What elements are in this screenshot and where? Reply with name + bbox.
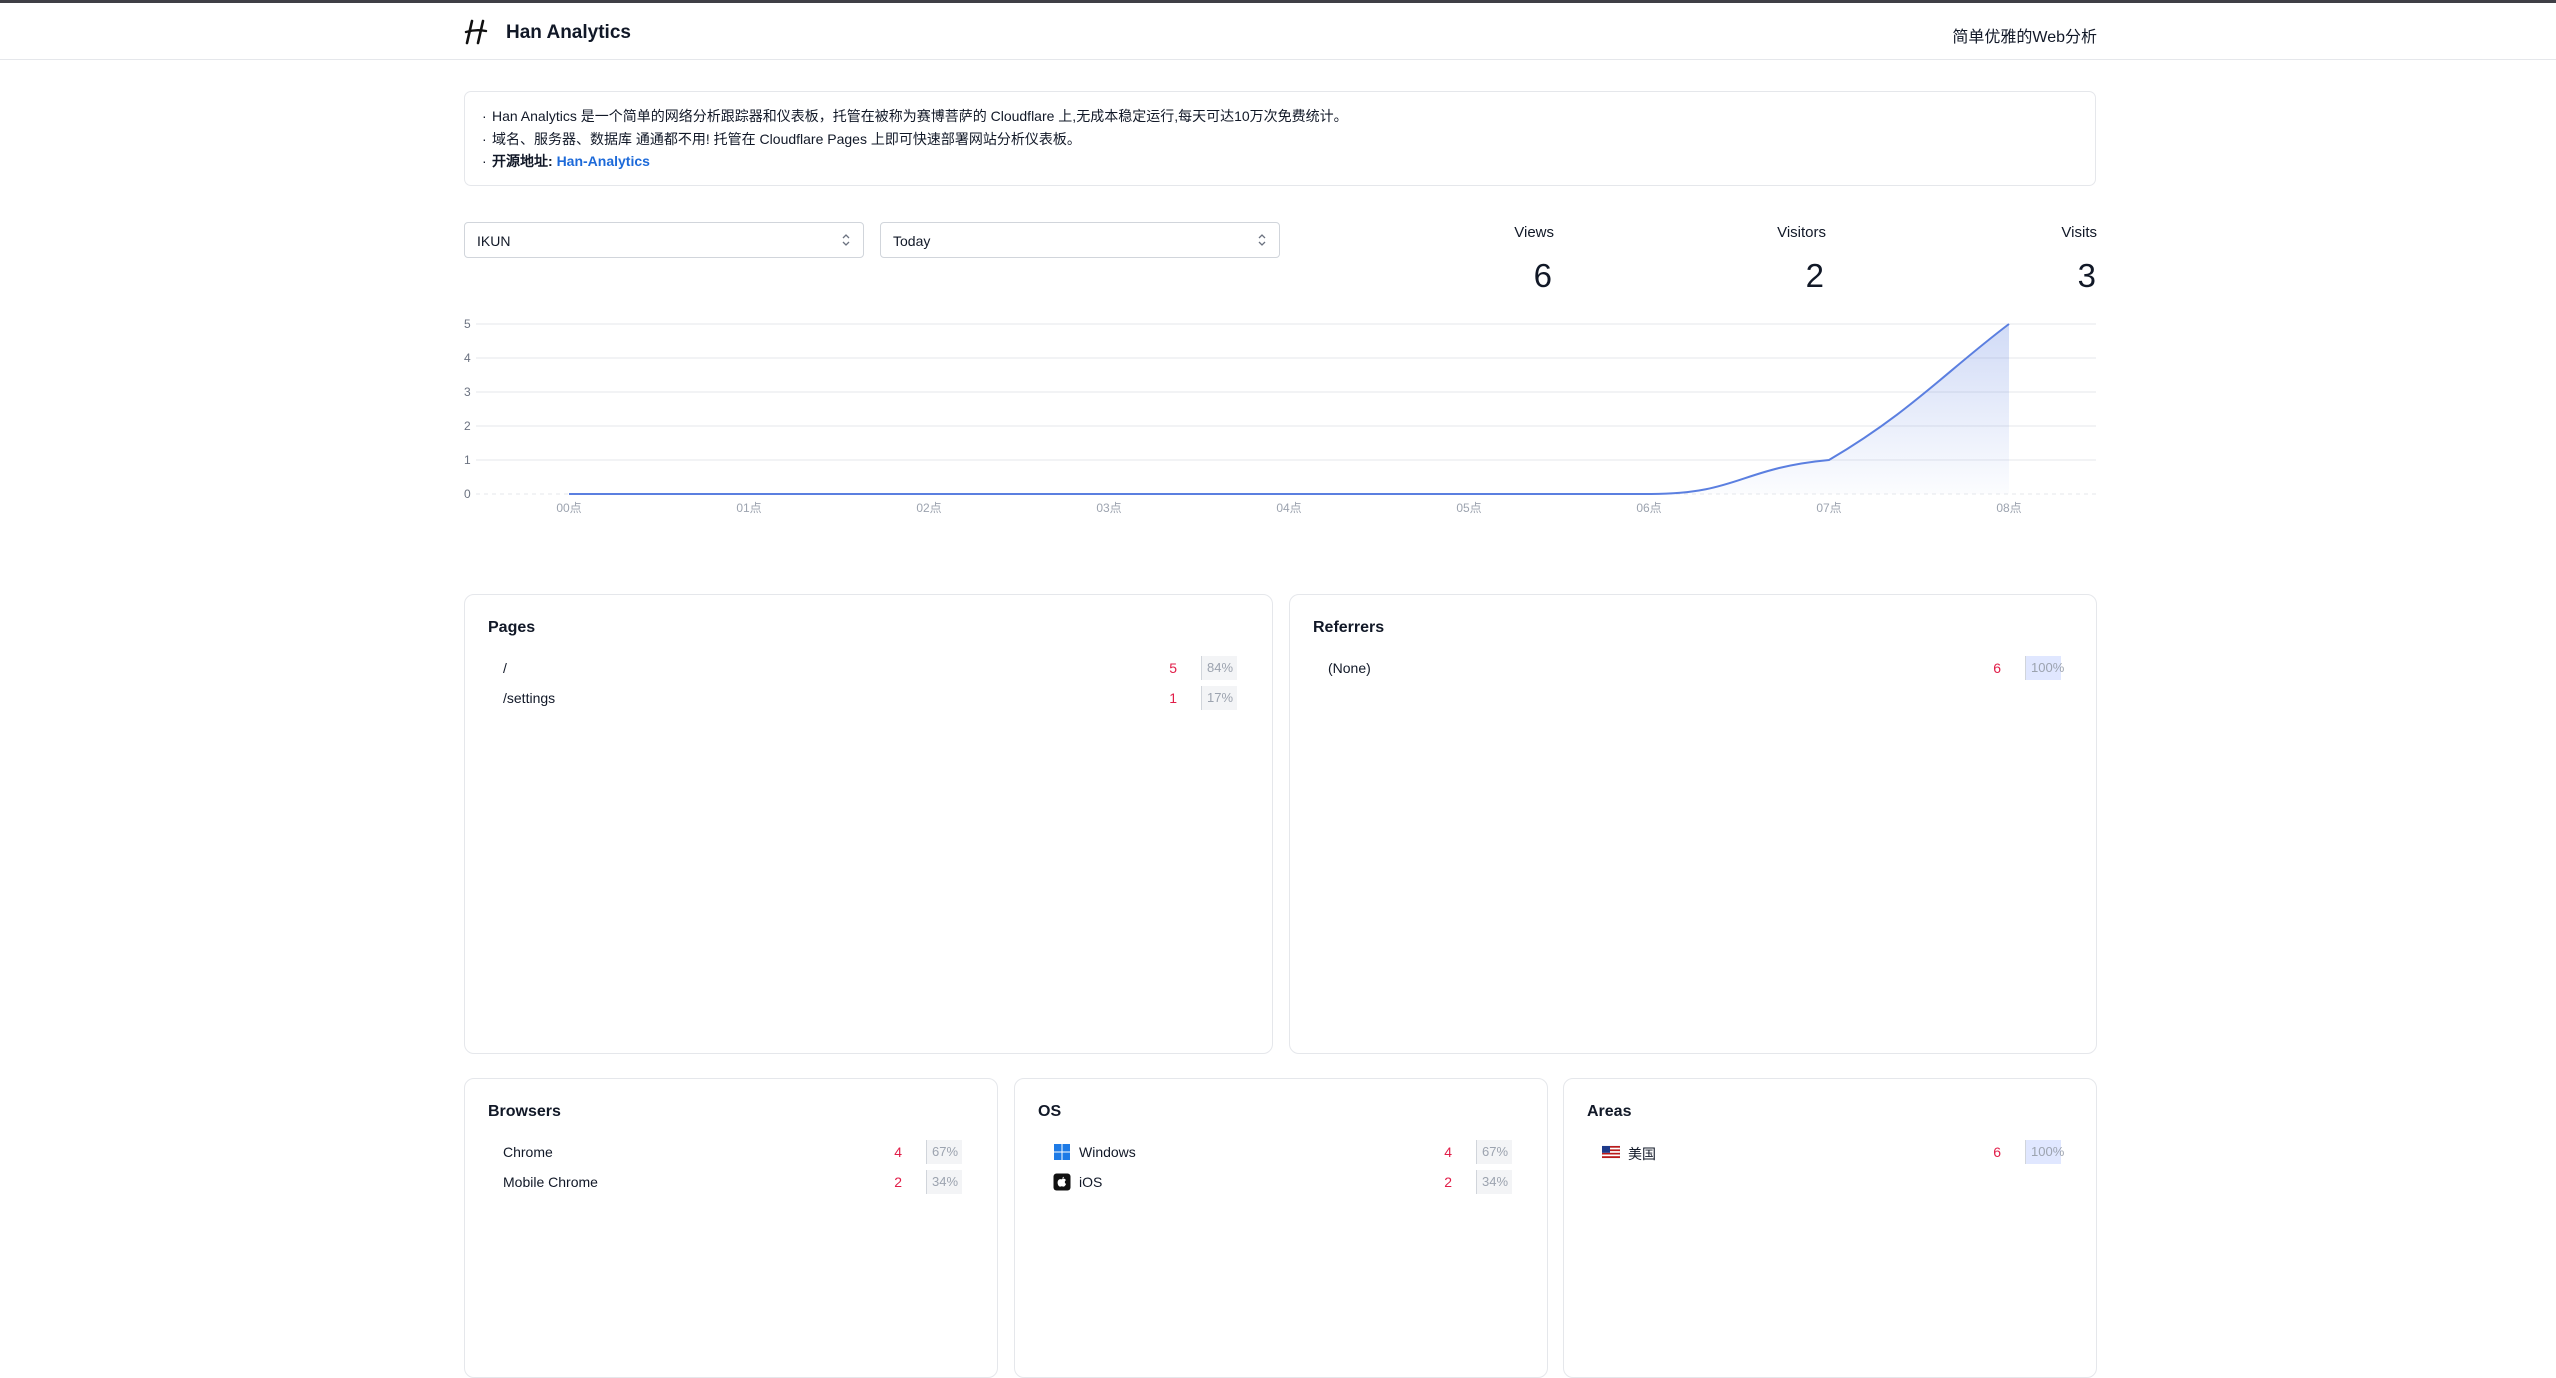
browser-name: Chrome [503, 1144, 553, 1160]
windows-icon [1054, 1144, 1070, 1160]
brand-title[interactable]: Han Analytics [506, 22, 631, 44]
os-name: Windows [1079, 1144, 1136, 1160]
us-flag-icon [1602, 1145, 1620, 1159]
item-count: 6 [1993, 1144, 2001, 1160]
y-tick-label: 0 [464, 487, 471, 501]
item-count: 2 [1444, 1174, 1452, 1190]
list-item[interactable]: iOS 2 34% [1053, 1167, 1512, 1197]
x-tick-label: 01点 [736, 501, 761, 515]
item-percent: 34% [926, 1170, 962, 1194]
browsers-card-title: Browsers [488, 1103, 561, 1120]
notice-line: · 开源地址: Han-Analytics [482, 153, 650, 169]
notice-line: · Han Analytics 是一个简单的网络分析跟踪器和仪表板，托管在被称为赛… [482, 108, 1348, 124]
os-card-title: OS [1038, 1103, 1062, 1120]
browser-name: Mobile Chrome [503, 1174, 598, 1190]
areas-card: Areas 美国 6 100% [1563, 1078, 2097, 1378]
browsers-card: Browsers Chrome 4 67% Mobile Chrome 2 34… [464, 1078, 998, 1378]
x-tick-label: 00点 [556, 501, 581, 515]
x-tick-label: 03点 [1096, 501, 1121, 515]
visitors-label: Visitors [1777, 224, 1826, 241]
item-count: 2 [894, 1174, 902, 1190]
item-percent: 17% [1201, 686, 1237, 710]
site-select[interactable]: IKUN [464, 222, 864, 258]
list-item[interactable]: 美国 6 100% [1602, 1137, 2064, 1167]
visits-value: 3 [2077, 257, 2096, 294]
site-select-value: IKUN [477, 233, 511, 249]
source-link[interactable]: Han-Analytics [557, 153, 650, 169]
list-item[interactable]: /settings 1 17% [503, 683, 1237, 713]
x-tick-label: 04点 [1276, 501, 1301, 515]
item-count: 1 [1169, 690, 1177, 706]
os-name: iOS [1079, 1174, 1103, 1190]
item-percent: 34% [1476, 1170, 1512, 1194]
visits-label: Visits [2061, 224, 2097, 241]
notice-line-text: Han Analytics 是一个简单的网络分析跟踪器和仪表板，托管在被称为赛博… [492, 108, 1348, 124]
notice-line: · 域名、服务器、数据库 通通都不用! 托管在 Cloudflare Pages … [482, 130, 1081, 147]
item-percent: 100% [2025, 1140, 2064, 1164]
x-tick-label: 08点 [1996, 501, 2021, 515]
tagline: 简单优雅的Web分析 [1952, 29, 2097, 46]
list-item[interactable]: Chrome 4 67% [503, 1137, 962, 1167]
y-tick-label: 3 [464, 385, 471, 399]
updown-chevron-icon [1258, 234, 1266, 246]
list-item[interactable]: / 5 84% [503, 653, 1237, 683]
date-range-select-value: Today [893, 233, 931, 249]
traffic-trend-chart: 0 1 2 3 4 5 00点 01点 02点 03点 04点 05点 06点 07点 08点 [464, 317, 2096, 515]
source-label: 开源地址: [492, 153, 553, 169]
y-tick-label: 1 [464, 453, 471, 467]
page-path: / [503, 660, 507, 676]
item-percent: 84% [1201, 656, 1237, 680]
notice-line-text: 域名、服务器、数据库 通通都不用! 托管在 Cloudflare Pages 上… [492, 130, 1081, 147]
y-tick-label: 2 [464, 419, 471, 433]
x-tick-label: 06点 [1636, 501, 1661, 515]
item-count: 4 [1444, 1144, 1452, 1160]
x-tick-label: 07点 [1816, 501, 1841, 515]
x-tick-label: 02点 [916, 501, 941, 515]
referrer-name: (None) [1328, 660, 1371, 676]
app-header: Han Analytics 简单优雅的Web分析 [0, 3, 2556, 60]
areas-card-title: Areas [1587, 1103, 1632, 1120]
y-tick-label: 4 [464, 351, 471, 365]
intro-notice: · Han Analytics 是一个简单的网络分析跟踪器和仪表板，托管在被称为赛… [464, 91, 2096, 186]
item-count: 6 [1993, 660, 2001, 676]
y-tick-label: 5 [464, 317, 471, 331]
views-value: 6 [1533, 257, 1552, 294]
series-area [569, 324, 2009, 494]
apple-icon [1053, 1173, 1071, 1191]
x-tick-label: 05点 [1456, 501, 1481, 515]
item-percent: 67% [1476, 1140, 1512, 1164]
list-item[interactable]: Mobile Chrome 2 34% [503, 1167, 962, 1197]
han-logo-icon[interactable] [463, 17, 489, 47]
item-count: 5 [1169, 660, 1177, 676]
page-path: /settings [503, 690, 556, 706]
area-name: 美国 [1628, 1146, 1656, 1162]
item-percent: 100% [2025, 656, 2064, 680]
pages-card-title: Pages [488, 619, 536, 636]
date-range-select[interactable]: Today [880, 222, 1280, 258]
updown-chevron-icon [842, 234, 850, 246]
visitors-value: 2 [1805, 257, 1824, 294]
item-percent: 67% [926, 1140, 962, 1164]
referrers-card: Referrers (None) 6 100% [1289, 594, 2097, 1054]
os-card: OS Windows 4 67% iOS 2 34% [1014, 1078, 1548, 1378]
item-count: 4 [894, 1144, 902, 1160]
views-label: Views [1514, 224, 1554, 241]
list-item[interactable]: Windows 4 67% [1053, 1137, 1512, 1167]
list-item[interactable]: (None) 6 100% [1328, 653, 2064, 683]
referrers-card-title: Referrers [1313, 619, 1385, 636]
pages-card: Pages / 5 84% /settings 1 17% [464, 594, 1273, 1054]
